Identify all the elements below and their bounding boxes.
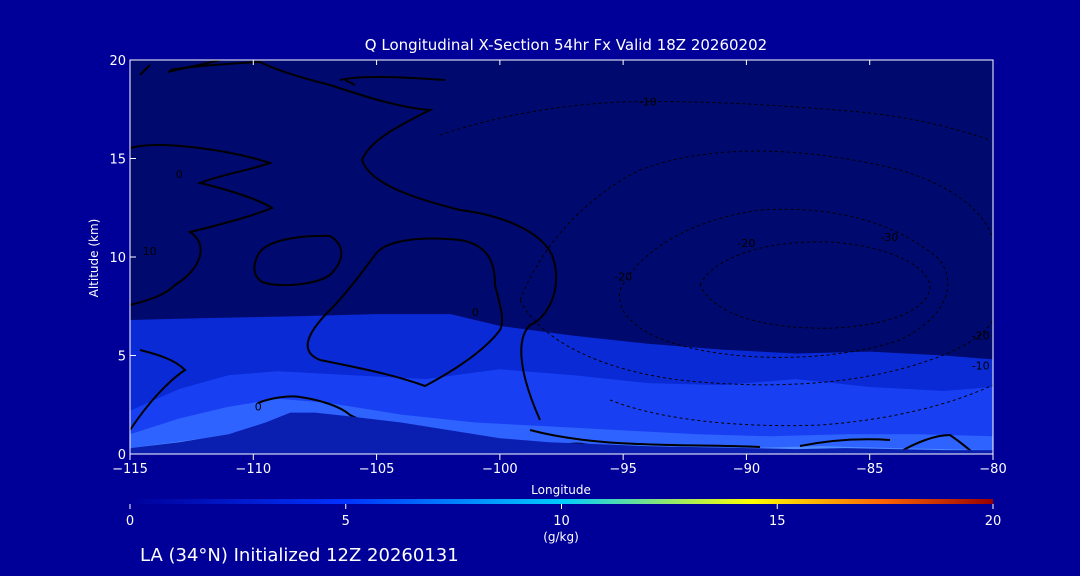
chart-figure: Q Longitudinal X-Section 54hr Fx Valid 1… — [87, 36, 1007, 566]
contour-label-8: -30 — [880, 231, 898, 244]
y-tick-label-0: 0 — [118, 448, 126, 463]
contour-label-3: 0 — [176, 168, 183, 181]
colorbar-tick-label-2: 10 — [553, 514, 570, 529]
x-tick-label-2: −105 — [359, 462, 395, 477]
x-tick-label-0: −115 — [112, 462, 148, 477]
contour-label-4: 10 — [143, 245, 157, 258]
x-tick-label-5: −90 — [733, 462, 760, 477]
contour-label-7: -20 — [737, 237, 755, 250]
contour-label-6: -20 — [614, 271, 632, 284]
colorbar-unit-label: (g/kg) — [543, 530, 579, 544]
colorbar-tick-label-4: 20 — [985, 514, 1002, 529]
contour-label-10: -10 — [972, 359, 990, 372]
colorbar-gradient — [130, 499, 993, 504]
chart-title: Q Longitudinal X-Section 54hr Fx Valid 1… — [365, 36, 767, 54]
plot-area: 000010-10-20-20-30-20-10 — [129, 59, 994, 455]
colorbar-tick-label-1: 5 — [342, 514, 350, 529]
colorbar-ticks: 0 5 10 15 20 — [126, 504, 1001, 529]
x-tick-label-4: −95 — [609, 462, 636, 477]
contour-label-2: 0 — [472, 306, 479, 319]
x-tick-label-3: −100 — [482, 462, 518, 477]
contour-label-5: -10 — [639, 95, 657, 108]
y-axis-label: Altitude (km) — [87, 219, 101, 298]
x-tick-label-1: −110 — [235, 462, 271, 477]
colorbar-tick-label-3: 15 — [769, 514, 786, 529]
colorbar: 0 5 10 15 20 (g/kg) — [126, 499, 1001, 544]
x-tick-label-7: −80 — [979, 462, 1006, 477]
y-tick-label-3: 15 — [109, 153, 126, 168]
x-tick-label-6: −85 — [856, 462, 883, 477]
contour-label-9: -20 — [972, 330, 990, 343]
contour-label-0: 0 — [255, 401, 262, 414]
init-caption: LA (34°N) Initialized 12Z 20260131 — [140, 545, 459, 566]
x-axis-label: Longitude — [531, 483, 591, 497]
y-tick-label-1: 5 — [118, 350, 126, 365]
colorbar-tick-label-0: 0 — [126, 514, 134, 529]
y-tick-label-4: 20 — [109, 54, 126, 69]
y-tick-label-2: 10 — [109, 251, 126, 266]
